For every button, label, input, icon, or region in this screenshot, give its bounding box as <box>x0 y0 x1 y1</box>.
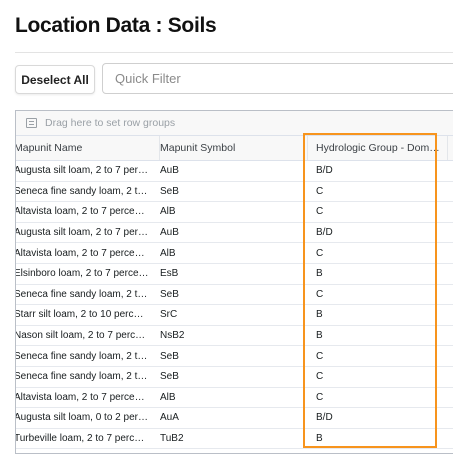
table-row[interactable]: Seneca fine sandy loam, 2 t… SeB C <box>16 346 453 367</box>
column-header-mapunit-symbol[interactable]: Mapunit Symbol <box>160 136 308 160</box>
page-title: Location Data : Soils <box>15 14 217 37</box>
column-header-label: Mapunit Name <box>15 142 83 154</box>
cell-mapunit-name[interactable]: Seneca fine sandy loam, 2 t… <box>16 346 160 366</box>
cell-mapunit-symbol[interactable]: SeB <box>160 367 308 387</box>
cell-mapunit-name[interactable]: Seneca fine sandy loam, 2 t… <box>16 367 160 387</box>
table-row[interactable]: Starr silt loam, 2 to 10 perc… SrC B <box>16 305 453 326</box>
cell-mapunit-symbol[interactable]: AuB <box>160 223 308 243</box>
cell-hydrologic-group[interactable]: B/D <box>308 408 448 428</box>
column-header-hydrologic-group[interactable]: Hydrologic Group - Dom… <box>308 136 448 160</box>
cell-mapunit-symbol[interactable]: NsB2 <box>160 326 308 346</box>
cell-mapunit-name[interactable]: Elsinboro loam, 2 to 7 perce… <box>16 264 160 284</box>
cell-hydrologic-group[interactable]: C <box>308 346 448 366</box>
grid-body: Augusta silt loam, 2 to 7 per… AuB B/D Sene… <box>16 161 453 450</box>
soils-grid: Drag here to set row groups Mapunit Name… <box>15 110 453 454</box>
cell-hydrologic-group[interactable]: B/D <box>308 223 448 243</box>
cell-mapunit-name[interactable]: Nason silt loam, 2 to 7 perc… <box>16 326 160 346</box>
table-row[interactable]: Elsinboro loam, 2 to 7 perce… EsB B <box>16 263 453 285</box>
cell-hydrologic-group[interactable]: C <box>308 202 448 222</box>
cell-mapunit-name[interactable]: Seneca fine sandy loam, 2 t… <box>16 285 160 305</box>
cell-hydrologic-group[interactable]: C <box>308 182 448 202</box>
table-row[interactable]: Augusta silt loam, 0 to 2 per… AuA B/D <box>16 408 453 429</box>
row-group-icon <box>26 118 37 128</box>
cell-mapunit-symbol[interactable]: AlB <box>160 388 308 408</box>
cell-mapunit-symbol[interactable]: SeB <box>160 346 308 366</box>
column-header-label: Hydrologic Group - Dom… <box>316 142 440 154</box>
cell-hydrologic-group[interactable]: C <box>308 285 448 305</box>
quick-filter-input[interactable] <box>102 63 453 94</box>
table-row[interactable]: Altavista loam, 2 to 7 perce… AlB C <box>16 387 453 409</box>
cell-mapunit-symbol[interactable]: AuA <box>160 408 308 428</box>
table-row[interactable]: Altavista loam, 2 to 7 perce… AlB C <box>16 243 453 264</box>
cell-mapunit-name[interactable]: Starr silt loam, 2 to 10 perc… <box>16 305 160 325</box>
cell-hydrologic-group[interactable]: C <box>308 388 448 408</box>
cell-mapunit-symbol[interactable]: AlB <box>160 243 308 263</box>
cell-mapunit-symbol[interactable]: AlB <box>160 202 308 222</box>
cell-hydrologic-group[interactable]: C <box>308 367 448 387</box>
table-row[interactable]: Seneca fine sandy loam, 2 t… SeB C <box>16 181 453 203</box>
table-row[interactable]: Seneca fine sandy loam, 2 t… SeB C <box>16 366 453 388</box>
table-row[interactable]: Turbeville loam, 2 to 7 perc… TuB2 B <box>16 428 453 450</box>
cell-mapunit-symbol[interactable]: SeB <box>160 285 308 305</box>
cell-hydrologic-group[interactable]: B <box>308 264 448 284</box>
divider <box>15 52 453 53</box>
cell-hydrologic-group[interactable]: B <box>308 429 448 449</box>
cell-mapunit-symbol[interactable]: AuB <box>160 161 308 181</box>
cell-mapunit-symbol[interactable]: TuB2 <box>160 429 308 449</box>
cell-mapunit-name[interactable]: Altavista loam, 2 to 7 perce… <box>16 388 160 408</box>
cell-mapunit-name[interactable]: Altavista loam, 2 to 7 perce… <box>16 202 160 222</box>
cell-mapunit-name[interactable]: Altavista loam, 2 to 7 perce… <box>16 243 160 263</box>
cell-mapunit-name[interactable]: Augusta silt loam, 0 to 2 per… <box>16 408 160 428</box>
cell-hydrologic-group[interactable]: B <box>308 326 448 346</box>
cell-mapunit-symbol[interactable]: SeB <box>160 182 308 202</box>
cell-mapunit-symbol[interactable]: SrC <box>160 305 308 325</box>
table-row[interactable]: Altavista loam, 2 to 7 perce… AlB C <box>16 202 453 223</box>
cell-mapunit-symbol[interactable]: EsB <box>160 264 308 284</box>
table-row[interactable]: Augusta silt loam, 2 to 7 per… AuB B/D <box>16 161 453 182</box>
cell-mapunit-name[interactable]: Seneca fine sandy loam, 2 t… <box>16 182 160 202</box>
header-row: Mapunit Name Mapunit Symbol Hydrologic G… <box>16 136 453 161</box>
table-row[interactable]: Nason silt loam, 2 to 7 perc… NsB2 B <box>16 325 453 347</box>
cell-mapunit-name[interactable]: Augusta silt loam, 2 to 7 per… <box>16 161 160 181</box>
cell-mapunit-name[interactable]: Turbeville loam, 2 to 7 perc… <box>16 429 160 449</box>
column-header-label: Mapunit Symbol <box>160 142 236 154</box>
table-row[interactable]: Augusta silt loam, 2 to 7 per… AuB B/D <box>16 222 453 244</box>
row-group-panel[interactable]: Drag here to set row groups <box>16 111 453 136</box>
column-header-mapunit-name[interactable]: Mapunit Name <box>15 136 160 160</box>
deselect-all-button[interactable]: Deselect All <box>15 65 95 94</box>
cell-hydrologic-group[interactable]: C <box>308 243 448 263</box>
cell-mapunit-name[interactable]: Augusta silt loam, 2 to 7 per… <box>16 223 160 243</box>
table-row[interactable]: Seneca fine sandy loam, 2 t… SeB C <box>16 284 453 306</box>
row-group-hint: Drag here to set row groups <box>45 117 176 129</box>
cell-hydrologic-group[interactable]: B/D <box>308 161 448 181</box>
cell-hydrologic-group[interactable]: B <box>308 305 448 325</box>
